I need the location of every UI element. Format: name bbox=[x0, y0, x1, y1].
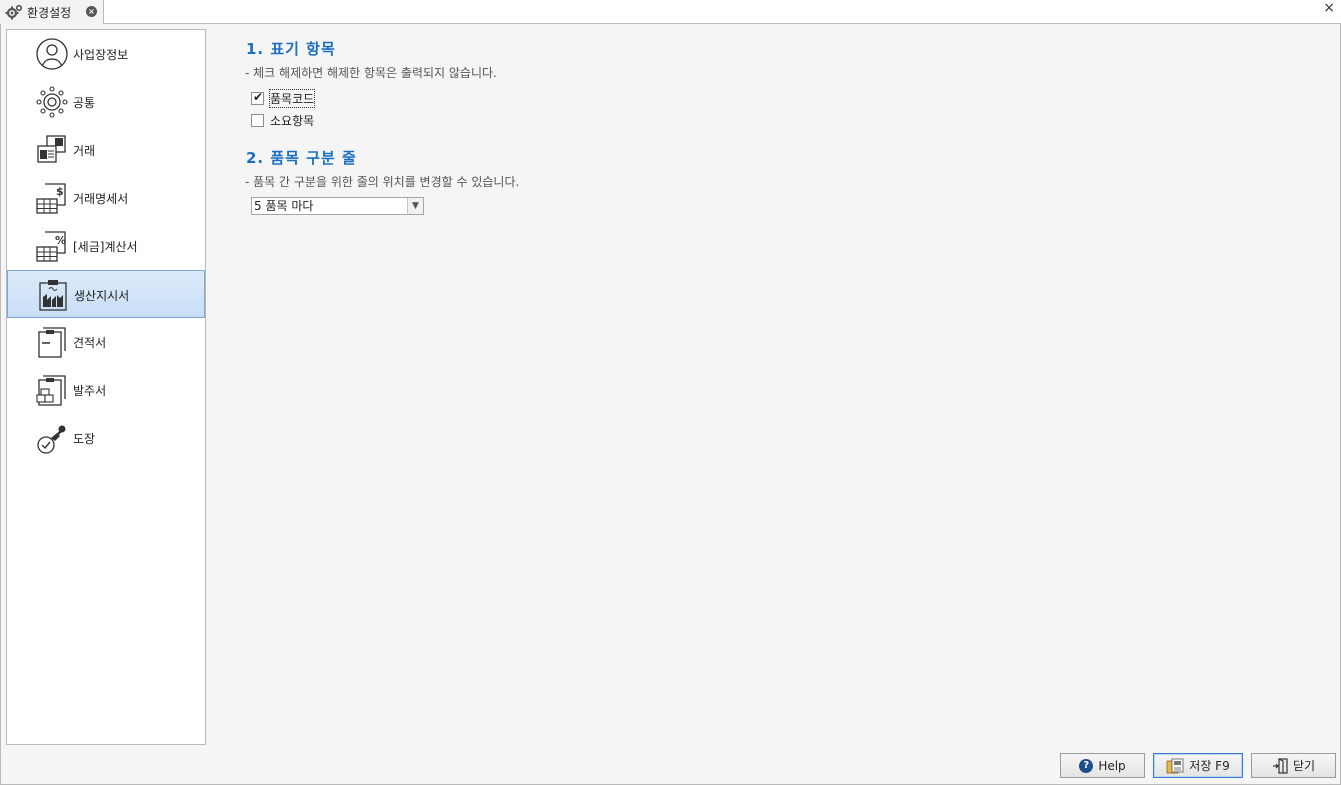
checkbox-label[interactable]: 소요항목 bbox=[270, 112, 314, 129]
section-title-display-items: 1. 표기 항목 bbox=[246, 40, 336, 58]
check-icon: ✔ bbox=[253, 90, 264, 104]
stamp-check-icon bbox=[37, 425, 66, 454]
sidebar-item-label: 거래 bbox=[73, 144, 96, 158]
sidebar-item-stamp[interactable]: 도장 bbox=[7, 414, 205, 462]
section-desc-item-divider: - 품목 간 구분을 위한 줄의 위치를 변경할 수 있습니다. bbox=[245, 175, 520, 189]
window-close-icon[interactable]: × bbox=[1323, 0, 1335, 16]
chevron-down-icon[interactable]: ▼ bbox=[407, 198, 423, 214]
purchase-order-box-icon bbox=[36, 375, 66, 406]
estimate-doc-icon bbox=[38, 327, 66, 358]
save-button-label: 저장 F9 bbox=[1189, 759, 1230, 773]
sidebar-item-label: 견적서 bbox=[73, 336, 107, 350]
help-icon: ? bbox=[1079, 758, 1094, 773]
sidebar-item-business-info[interactable]: 사업장정보 bbox=[7, 30, 205, 78]
close-button-label: 닫기 bbox=[1292, 759, 1316, 773]
sidebar-item-estimate[interactable]: 견적서 bbox=[7, 318, 205, 366]
sidebar-item-purchase-order[interactable]: 발주서 bbox=[7, 366, 205, 414]
sidebar-item-common[interactable]: 공통 bbox=[7, 78, 205, 126]
tab-close-icon[interactable]: × bbox=[86, 6, 97, 17]
checkbox-label[interactable]: 품목코드 bbox=[268, 89, 316, 108]
section-desc-display-items: - 체크 해제하면 해제한 항목은 출력되지 않습니다. bbox=[245, 66, 497, 80]
close-button[interactable]: 닫기 bbox=[1251, 753, 1336, 778]
sidebar-item-tax-invoice[interactable]: % [세금]계산서 bbox=[7, 222, 205, 270]
statement-dollar-icon: $ bbox=[36, 183, 66, 214]
checkbox[interactable] bbox=[251, 114, 264, 127]
sidebar-item-transaction[interactable]: 거래 bbox=[7, 126, 205, 174]
sidebar-item-label: 사업장정보 bbox=[73, 48, 129, 62]
settings-panel: 사업장정보 공통 거래 $ 거래명세서 % [세금]계산서 생산지시서 견적서 … bbox=[0, 24, 1341, 785]
settings-sidebar: 사업장정보 공통 거래 $ 거래명세서 % [세금]계산서 생산지시서 견적서 … bbox=[6, 29, 206, 745]
divider-interval-select[interactable]: 5 품목 마다 ▼ bbox=[251, 197, 424, 215]
person-circle-icon bbox=[36, 38, 68, 70]
select-value: 5 품목 마다 bbox=[254, 199, 314, 213]
sidebar-item-label: 발주서 bbox=[73, 384, 107, 398]
sidebar-item-label: [세금]계산서 bbox=[73, 240, 138, 254]
section-title-item-divider: 2. 품목 구분 줄 bbox=[246, 149, 357, 167]
exit-door-icon bbox=[1272, 757, 1288, 774]
sidebar-item-label: 도장 bbox=[73, 432, 96, 446]
save-button[interactable]: 저장 F9 bbox=[1153, 753, 1243, 778]
checkbox[interactable]: ✔ bbox=[251, 90, 264, 105]
checkbox-required-items[interactable]: 소요항목 bbox=[251, 112, 314, 129]
help-button[interactable]: ? Help bbox=[1060, 753, 1145, 778]
sidebar-item-label: 공통 bbox=[73, 96, 96, 110]
tab-settings-label: 환경설정 bbox=[27, 5, 72, 20]
factory-clipboard-icon bbox=[39, 280, 67, 311]
sidebar-item-label: 생산지시서 bbox=[74, 289, 130, 303]
sun-settings-icon bbox=[36, 86, 68, 118]
help-button-label: Help bbox=[1098, 758, 1126, 773]
sidebar-item-statement[interactable]: $ 거래명세서 bbox=[7, 174, 205, 222]
tax-invoice-percent-icon: % bbox=[36, 231, 66, 262]
save-icon bbox=[1166, 758, 1184, 773]
svg-text:$: $ bbox=[56, 185, 64, 198]
sidebar-item-label: 거래명세서 bbox=[73, 192, 129, 206]
svg-text:%: % bbox=[55, 234, 66, 247]
checkbox-item-code[interactable]: ✔ 품목코드 bbox=[251, 89, 316, 108]
gear-icon bbox=[5, 4, 23, 20]
transaction-doc-icon bbox=[37, 135, 66, 163]
tab-bar: 환경설정 × × bbox=[0, 0, 1341, 24]
sidebar-item-production-order[interactable]: 생산지시서 bbox=[7, 270, 205, 318]
tab-settings[interactable]: 환경설정 × bbox=[0, 0, 104, 24]
